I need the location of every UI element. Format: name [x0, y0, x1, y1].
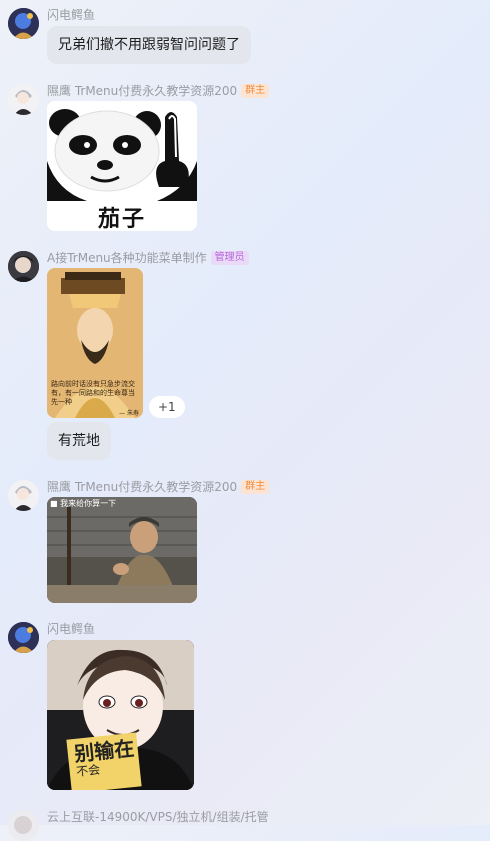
sender-name: A接TrMenu各种功能菜单制作 管理员 — [47, 249, 249, 266]
sender-name-text: 隰鹰 TrMenu付费永久教学资源200 — [47, 84, 238, 98]
video-caption: ■ 我来给你算一下 — [50, 498, 116, 509]
sender-name-text: 云上互联-14900K/VPS/独立机/组装/托管 — [47, 810, 269, 824]
sender-name: 隰鹰 TrMenu付费永久教学资源200 群主 — [47, 478, 270, 495]
shared-image[interactable]: 路向前时话没有只急步流交有，有一同路和的生命尊当先一种 — 朱寿 — [47, 268, 143, 418]
sender-name: 隰鹰 TrMenu付费永久教学资源200 群主 — [47, 82, 270, 99]
admin-badge: 管理员 — [210, 250, 249, 265]
sender-name-text: 闪电鳄鱼 — [47, 8, 96, 22]
avatar[interactable] — [8, 8, 39, 39]
message-bubble[interactable]: 有荒地 — [47, 422, 111, 460]
message-bubble[interactable]: 兄弟们撤不用跟弱智问问题了 — [47, 26, 251, 64]
sticker-caption: 茄子 — [97, 207, 146, 231]
owner-badge: 群主 — [241, 479, 270, 494]
video-thumbnail[interactable]: ■ 我来给你算一下 — [47, 497, 197, 603]
sender-name: 闪电鳄鱼 — [47, 6, 95, 23]
sender-name-text: 隰鹰 TrMenu付费永久教学资源200 — [47, 480, 238, 494]
camera-icon: ■ — [50, 499, 58, 508]
sender-name-text: A接TrMenu各种功能菜单制作 — [47, 251, 207, 265]
avatar[interactable] — [8, 810, 39, 841]
avatar[interactable] — [8, 251, 39, 282]
shared-image[interactable]: 别输在 不会 — [47, 640, 194, 790]
avatar[interactable] — [8, 622, 39, 653]
sticker-image[interactable]: 茄子 — [47, 101, 197, 231]
video-caption-text: 我来给你算一下 — [60, 499, 117, 508]
avatar[interactable] — [8, 480, 39, 511]
image-poem-sign: — 朱寿 — [119, 410, 139, 417]
image-poem-text: 路向前时话没有只急步流交有，有一同路和的生命尊当先一种 — [51, 380, 135, 406]
sender-name: 云上互联-14900K/VPS/独立机/组装/托管 — [47, 808, 269, 825]
reaction-count[interactable]: +1 — [149, 396, 185, 418]
avatar[interactable] — [8, 84, 39, 115]
sender-name-text: 闪电鳄鱼 — [47, 622, 96, 636]
owner-badge: 群主 — [241, 83, 270, 98]
book-title: 别输在 不会 — [73, 736, 136, 779]
sender-name: 闪电鳄鱼 — [47, 620, 95, 637]
